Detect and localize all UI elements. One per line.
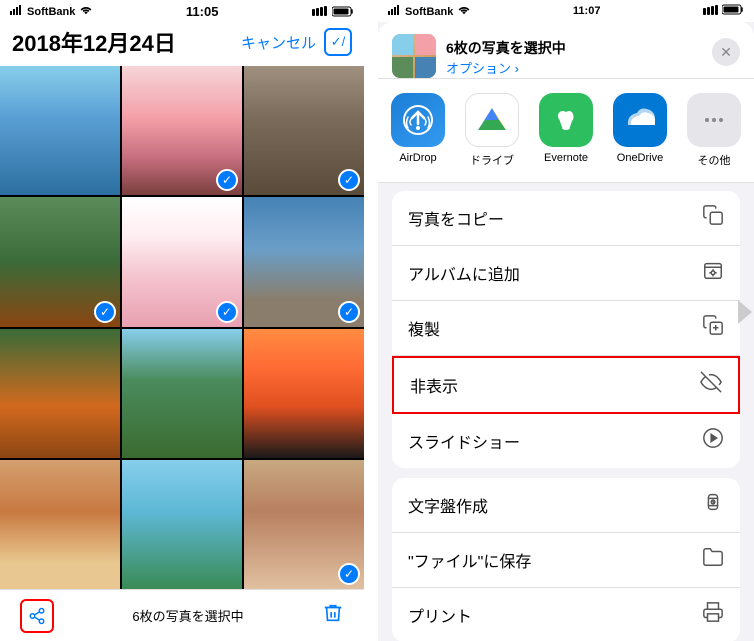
photo-cell[interactable] bbox=[0, 460, 120, 589]
app-icon-evernote[interactable]: Evernote bbox=[536, 93, 596, 168]
share-title: 6枚の写真を選択中 bbox=[446, 38, 702, 58]
share-options-link[interactable]: オプション › bbox=[446, 58, 702, 77]
onedrive-icon bbox=[613, 93, 667, 147]
date-title: 2018年12月24日 bbox=[12, 26, 176, 58]
photo-cell[interactable] bbox=[122, 460, 242, 589]
app-icons-row: AirDrop ドライブ bbox=[378, 79, 754, 183]
more-icon bbox=[687, 93, 741, 147]
action-watch-face[interactable]: 文字盤作成 bbox=[392, 478, 740, 533]
check-badge: ✓ bbox=[94, 301, 116, 323]
action-print[interactable]: プリント bbox=[392, 588, 740, 641]
action-slideshow[interactable]: スライドショー bbox=[392, 414, 740, 468]
duplicate-icon bbox=[702, 314, 724, 342]
hide-icon bbox=[700, 371, 722, 399]
app-icon-onedrive[interactable]: OneDrive bbox=[610, 93, 670, 168]
photo-cell[interactable]: ✓ bbox=[122, 66, 242, 195]
bottom-bar-left: 6枚の写真を選択中 bbox=[0, 589, 364, 641]
action-save-files-label: "ファイル"に保存 bbox=[408, 548, 531, 572]
status-bar-right: SoftBank 11:07 bbox=[378, 0, 754, 22]
photo-grid: ✓ ✓ ✓ ✓ ✓ bbox=[0, 66, 364, 589]
status-icons-right bbox=[703, 4, 744, 18]
airdrop-label: AirDrop bbox=[399, 152, 436, 164]
photo-cell[interactable]: ✓ bbox=[244, 460, 364, 589]
status-bar-left: SoftBank 11:05 bbox=[0, 0, 364, 22]
photo-cell[interactable] bbox=[0, 329, 120, 458]
folder-icon bbox=[702, 546, 724, 574]
onedrive-label: OneDrive bbox=[617, 152, 663, 164]
album-icon bbox=[702, 259, 724, 287]
action-hide[interactable]: 非表示 bbox=[392, 356, 740, 414]
app-icon-more[interactable]: その他 bbox=[684, 93, 744, 168]
photo-cell[interactable]: ✓ bbox=[244, 197, 364, 326]
action-copy-photo[interactable]: 写真をコピー bbox=[392, 191, 740, 246]
share-thumbnail bbox=[392, 34, 436, 78]
play-icon bbox=[702, 427, 724, 455]
action-hide-label: 非表示 bbox=[410, 373, 458, 397]
action-add-album-label: アルバムに追加 bbox=[408, 261, 520, 285]
time-left: 11:05 bbox=[186, 4, 219, 19]
time-right: 11:07 bbox=[573, 5, 601, 17]
drive-label: ドライブ bbox=[470, 152, 514, 168]
cancel-button[interactable]: キャンセル bbox=[241, 32, 316, 53]
print-icon bbox=[702, 601, 724, 629]
photo-cell[interactable]: ✓ bbox=[244, 66, 364, 195]
share-header: 6枚の写真を選択中 オプション › ✕ bbox=[378, 22, 754, 79]
watch-icon bbox=[702, 491, 724, 519]
app-icon-drive[interactable]: ドライブ bbox=[462, 93, 522, 168]
action-duplicate-label: 複製 bbox=[408, 316, 440, 340]
app-icon-airdrop[interactable]: AirDrop bbox=[388, 93, 448, 168]
action-watch-face-label: 文字盤作成 bbox=[408, 493, 488, 517]
selection-count: 6枚の写真を選択中 bbox=[132, 606, 243, 625]
action-duplicate[interactable]: 複製 bbox=[392, 301, 740, 356]
right-panel: SoftBank 11:07 6枚の写真を選択中 オプション bbox=[378, 0, 754, 641]
right-actions: キャンセル ✓/ bbox=[241, 28, 352, 56]
trash-button[interactable] bbox=[322, 602, 344, 630]
photo-cell[interactable] bbox=[0, 66, 120, 195]
evernote-label: Evernote bbox=[544, 152, 588, 164]
more-label: その他 bbox=[698, 152, 731, 168]
check-badge: ✓ bbox=[216, 301, 238, 323]
arrow-divider bbox=[738, 300, 752, 324]
check-badge: ✓ bbox=[338, 301, 360, 323]
photo-cell[interactable]: ✓ bbox=[0, 197, 120, 326]
left-panel: SoftBank 11:05 2018年12月24日 キャンセル ✓/ ✓ ✓ bbox=[0, 0, 364, 641]
top-bar-left: 2018年12月24日 キャンセル ✓/ bbox=[0, 22, 364, 66]
share-sheet: 6枚の写真を選択中 オプション › ✕ bbox=[378, 22, 754, 641]
copy-icon bbox=[702, 204, 724, 232]
share-button[interactable] bbox=[20, 599, 54, 633]
carrier-left: SoftBank bbox=[10, 5, 92, 18]
carrier-right: SoftBank bbox=[388, 5, 470, 18]
action-add-album[interactable]: アルバムに追加 bbox=[392, 246, 740, 301]
status-icons-left bbox=[312, 6, 354, 17]
airdrop-icon bbox=[391, 93, 445, 147]
action-copy-photo-label: 写真をコピー bbox=[408, 206, 504, 230]
action-save-files[interactable]: "ファイル"に保存 bbox=[392, 533, 740, 588]
action-list: 写真をコピー アルバムに追加 bbox=[378, 183, 754, 641]
action-print-label: プリント bbox=[408, 603, 472, 627]
check-badge: ✓ bbox=[338, 563, 360, 585]
photo-cell[interactable] bbox=[244, 329, 364, 458]
action-section-2: 文字盤作成 "ファイル"に保存 bbox=[392, 478, 740, 641]
action-section-1: 写真をコピー アルバムに追加 bbox=[392, 191, 740, 468]
evernote-icon bbox=[539, 93, 593, 147]
share-close-button[interactable]: ✕ bbox=[712, 38, 740, 66]
action-slideshow-label: スライドショー bbox=[408, 429, 520, 453]
photo-cell[interactable]: ✓ bbox=[122, 197, 242, 326]
photo-cell[interactable] bbox=[122, 329, 242, 458]
select-button[interactable]: ✓/ bbox=[324, 28, 352, 56]
share-header-text: 6枚の写真を選択中 オプション › bbox=[446, 34, 702, 77]
drive-icon bbox=[465, 93, 519, 147]
